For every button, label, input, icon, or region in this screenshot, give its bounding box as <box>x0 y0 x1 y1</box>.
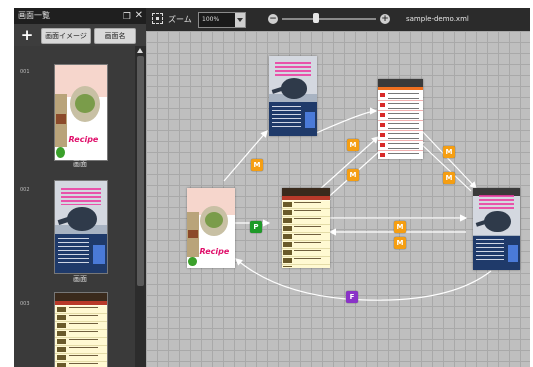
file-name: sample-demo.xml <box>406 15 469 23</box>
canvas-toolbar: ズーム 100% − + sample-demo.xml <box>146 8 530 31</box>
screen-list: 001 Recipe 画面 002 画面 003 <box>14 46 135 367</box>
panel-title: 画面一覧 <box>18 11 50 20</box>
screen-list-panel: 画面一覧 ❐ ✕ + 画面イメージ 画面名 001 Recipe 画面 002 <box>14 8 146 367</box>
zoom-out-icon[interactable]: − <box>268 14 278 24</box>
screen-image-button[interactable]: 画面イメージ <box>41 28 91 44</box>
scroll-up-icon[interactable] <box>137 48 143 53</box>
flow-canvas[interactable]: Recipe M M M M M M M P F <box>146 31 530 367</box>
screen-thumbnail[interactable]: Recipe <box>54 64 108 161</box>
edge-pan-to-table <box>313 107 378 135</box>
panel-toolbar: + 画面イメージ 画面名 <box>14 24 146 46</box>
scrollbar-thumb[interactable] <box>137 56 144 286</box>
zoom-label: ズーム <box>168 15 192 24</box>
list-item-label: 画面 <box>73 160 87 168</box>
list-item-number: 001 <box>20 69 30 75</box>
chevron-down-icon[interactable] <box>235 13 245 27</box>
transition-badge-m[interactable]: M <box>443 172 455 184</box>
screen-node-table[interactable] <box>378 79 423 159</box>
list-item-label: 画面 <box>73 275 87 283</box>
screen-thumbnail[interactable] <box>54 180 108 274</box>
transition-badge-m[interactable]: M <box>347 139 359 151</box>
panel-titlebar: 画面一覧 ❐ ✕ <box>14 8 146 24</box>
transition-badge-m[interactable]: M <box>347 169 359 181</box>
plus-icon[interactable]: + <box>19 27 35 43</box>
screen-node-pan[interactable] <box>269 56 317 136</box>
zoom-value: 100% <box>202 16 220 23</box>
screen-node-list[interactable] <box>282 188 330 268</box>
transition-badge-m[interactable]: M <box>394 237 406 249</box>
close-icon[interactable]: ✕ <box>135 8 143 24</box>
panel-scrollbar[interactable] <box>135 46 146 367</box>
transition-badge-m[interactable]: M <box>394 221 406 233</box>
transition-badge-p[interactable]: P <box>250 221 262 233</box>
zoom-slider-handle[interactable] <box>312 13 319 23</box>
edge-start-to-pan <box>223 130 268 182</box>
screen-name-button[interactable]: 画面名 <box>94 28 136 44</box>
zoom-slider[interactable] <box>282 18 376 20</box>
screen-thumbnail[interactable] <box>54 292 108 367</box>
fit-to-window-icon[interactable] <box>152 13 163 24</box>
list-item-number: 003 <box>20 301 30 307</box>
transition-badge-m[interactable]: M <box>251 159 263 171</box>
screen-node-recipe[interactable]: Recipe <box>187 188 235 268</box>
zoom-select[interactable]: 100% <box>198 12 246 28</box>
screen-node-detail[interactable] <box>473 188 520 270</box>
float-panel-icon[interactable]: ❐ <box>123 9 131 25</box>
transition-badge-f[interactable]: F <box>346 291 358 303</box>
app-window: 画面一覧 ❐ ✕ + 画面イメージ 画面名 001 Recipe 画面 002 <box>14 8 530 367</box>
zoom-in-icon[interactable]: + <box>380 14 390 24</box>
edge-detail-to-start <box>235 258 492 301</box>
transition-badge-m[interactable]: M <box>443 146 455 158</box>
list-item-number: 002 <box>20 187 30 193</box>
